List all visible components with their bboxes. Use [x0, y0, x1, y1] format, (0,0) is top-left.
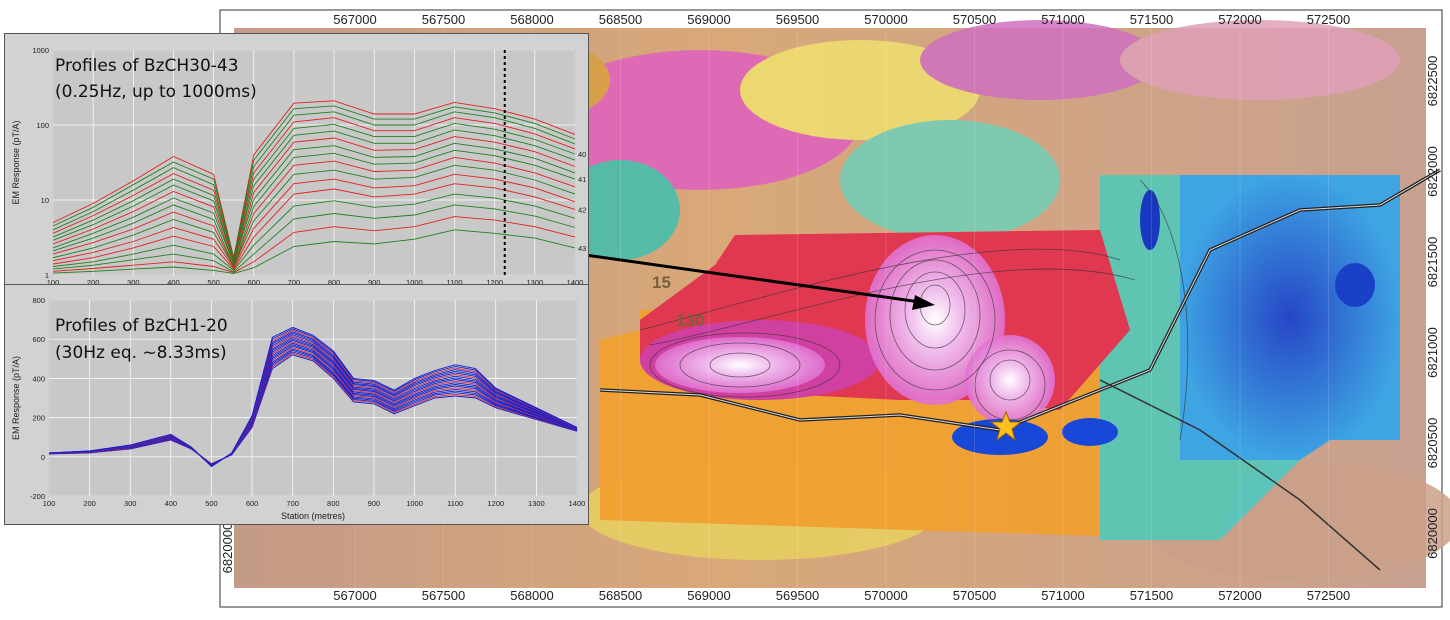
- map-x-tick-bottom: 567500: [422, 588, 465, 603]
- x-tick-label: 1300: [528, 499, 545, 508]
- map-x-tick-top: 570000: [864, 12, 907, 27]
- profile-panel-top: 100 200 300 400 500 600 700 800 900 1000 1100 1200 1…: [4, 33, 589, 298]
- map-x-tick-top: 568500: [599, 12, 642, 27]
- x-tick-label: 1200: [487, 499, 504, 508]
- map-x-tick-bottom: 571500: [1130, 588, 1173, 603]
- map-x-tick-bottom: 571000: [1041, 588, 1084, 603]
- y-tick-label: 10: [41, 196, 49, 205]
- y-tick-label: 1: [45, 271, 49, 280]
- x-tick-label: 1400: [569, 499, 586, 508]
- y-axis-label: EM Response (pT/A): [11, 120, 21, 204]
- x-tick-label: 500: [205, 499, 218, 508]
- y-tick-label: -200: [30, 492, 45, 501]
- map-x-tick-bottom: 568000: [510, 588, 553, 603]
- x-tick-label: 300: [124, 499, 137, 508]
- map-x-tick-bottom: 570000: [864, 588, 907, 603]
- map-y-tick: 6821000: [1425, 327, 1440, 378]
- chart-subtitle-bottom: (30Hz eq. ~8.33ms): [55, 343, 227, 363]
- x-tick-label: 600: [246, 499, 259, 508]
- map-label-1: 15: [652, 273, 671, 292]
- x-tick-label: 1000: [406, 499, 423, 508]
- y-tick-label: 400: [32, 374, 45, 383]
- y-tick-label: 800: [32, 296, 45, 305]
- map-x-tick-top: 569000: [687, 12, 730, 27]
- y-tick-label: 0: [41, 453, 45, 462]
- map-x-tick-bottom: 570500: [953, 588, 996, 603]
- map-x-tick-top: 567500: [422, 12, 465, 27]
- profile-panel-bottom: 100 200 300 400 500 600 700 800 900 1000 1100 1200 1…: [4, 284, 589, 525]
- map-x-tick-bottom: 572000: [1218, 588, 1261, 603]
- map-x-tick-bottom: 572500: [1307, 588, 1350, 603]
- map-x-tick-top: 568000: [510, 12, 553, 27]
- x-tick-label: 400: [165, 499, 178, 508]
- map-y-tick-left: 6820000: [220, 523, 235, 574]
- x-tick-label: 900: [368, 499, 381, 508]
- y-tick-label: 100: [36, 121, 49, 130]
- y-axis-label: EM Response (pT/A): [11, 356, 21, 440]
- map-y-tick: 6820500: [1425, 418, 1440, 469]
- channel-label: 41: [578, 175, 586, 184]
- y-tick-label: 1000: [32, 46, 49, 55]
- anomaly-west: [655, 337, 825, 393]
- map-x-tick-top: 571000: [1041, 12, 1084, 27]
- chart-title-bottom: Profiles of BzCH1-20: [55, 316, 228, 336]
- chart-subtitle-top: (0.25Hz, up to 1000ms): [55, 82, 257, 102]
- channel-label: 40: [578, 150, 586, 159]
- map-label-2: 130: [676, 311, 704, 330]
- y-tick-label: 600: [32, 335, 45, 344]
- map-y-tick: 6822000: [1425, 146, 1440, 197]
- map-y-tick: 6820000: [1425, 508, 1440, 559]
- chart-title-top: Profiles of BzCH30-43: [55, 56, 239, 76]
- channel-label: 42: [578, 205, 586, 214]
- map-x-tick-top: 569500: [776, 12, 819, 27]
- channel-label: 43: [578, 244, 586, 253]
- y-tick-label: 200: [32, 414, 45, 423]
- map-x-tick-bottom: 569500: [776, 588, 819, 603]
- map-x-tick-top: 571500: [1130, 12, 1173, 27]
- map-x-tick-top: 570500: [953, 12, 996, 27]
- map-x-tick-top: 572500: [1307, 12, 1350, 27]
- map-x-tick-bottom: 569000: [687, 588, 730, 603]
- map-x-tick-bottom: 567000: [333, 588, 376, 603]
- x-tick-label: 700: [286, 499, 299, 508]
- map-x-tick-top: 572000: [1218, 12, 1261, 27]
- map-x-tick-top: 567000: [333, 12, 376, 27]
- map-y-tick: 6822500: [1425, 56, 1440, 107]
- x-axis-label: Station (metres): [281, 511, 345, 521]
- x-tick-label: 800: [327, 499, 340, 508]
- x-tick-label: 1100: [447, 499, 463, 508]
- map-x-tick-bottom: 568500: [599, 588, 642, 603]
- x-tick-label: 200: [83, 499, 96, 508]
- map-y-tick: 6821500: [1425, 237, 1440, 288]
